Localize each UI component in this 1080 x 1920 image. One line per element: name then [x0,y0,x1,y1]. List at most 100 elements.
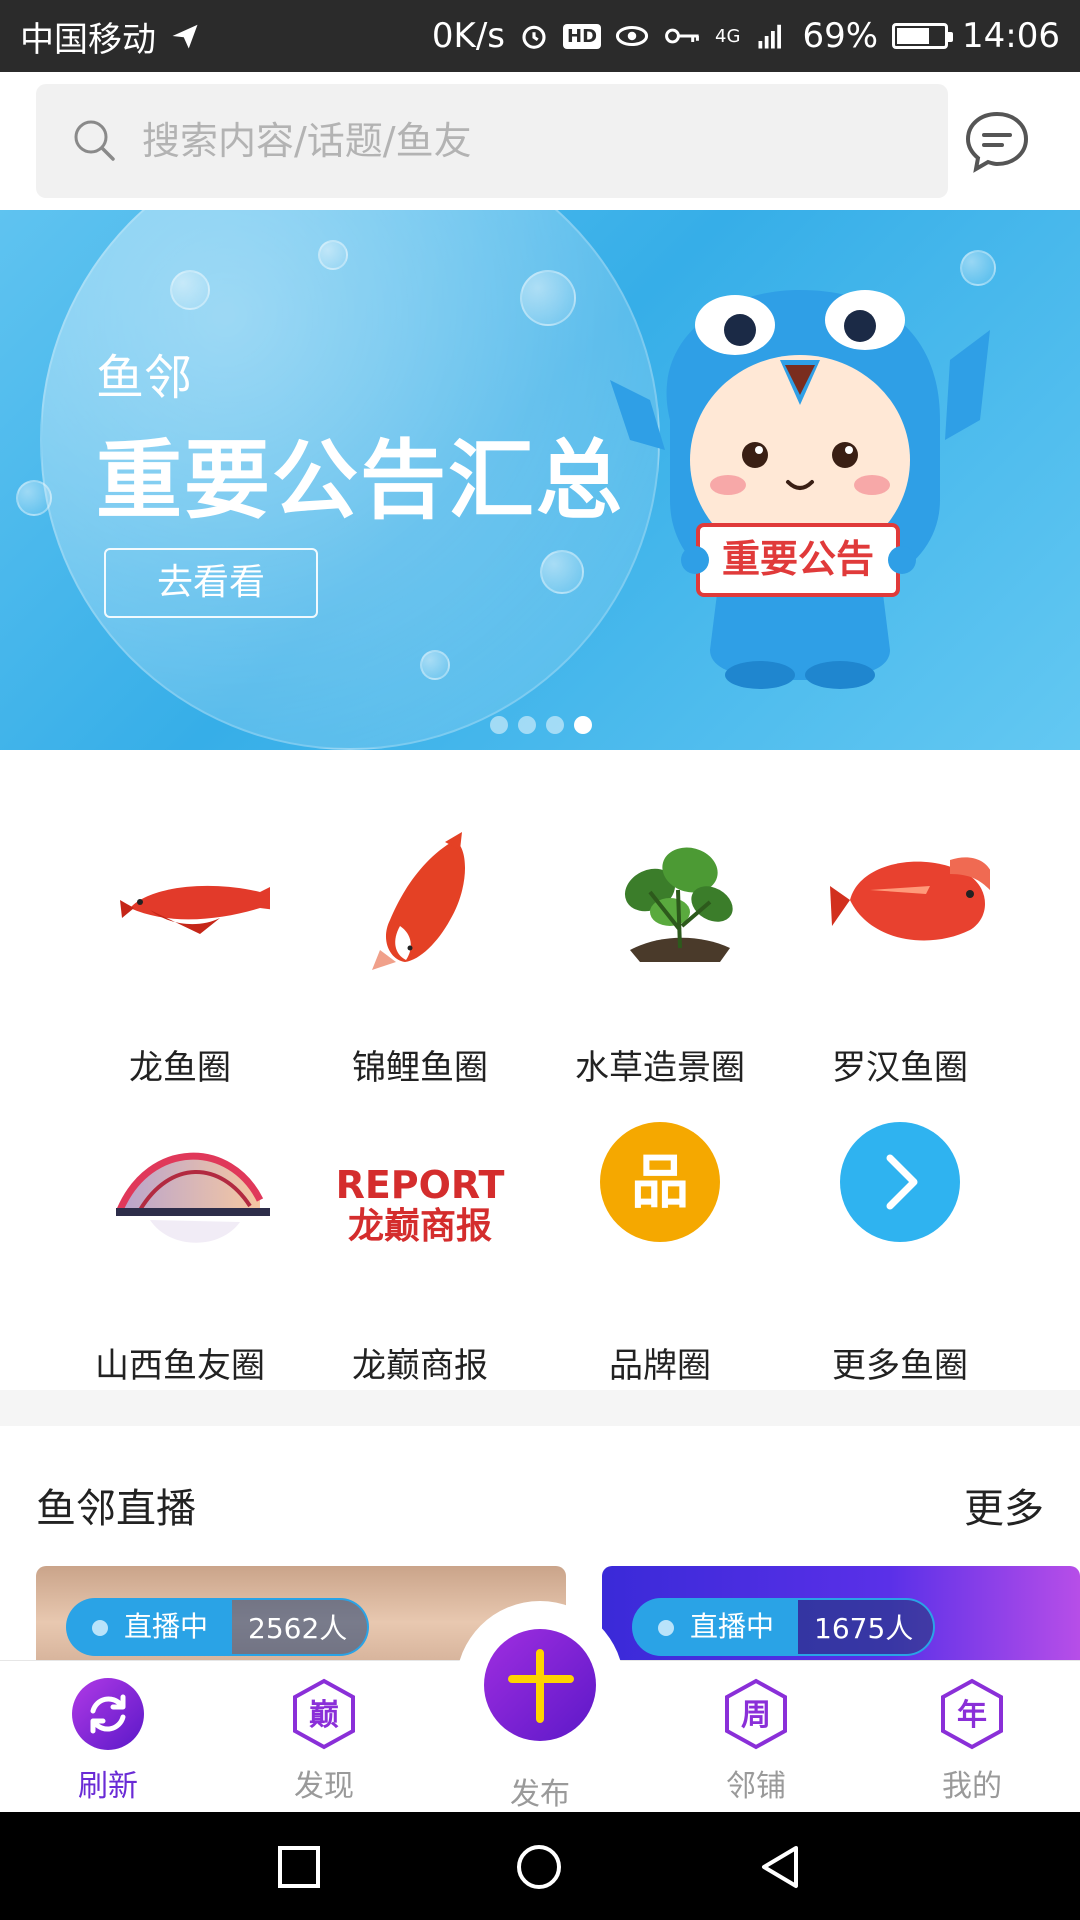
plus-icon [508,1649,574,1723]
eye-icon [615,25,649,47]
nav-item-shop[interactable]: 周 邻铺 [648,1661,864,1813]
nav-item-refresh[interactable]: 刷新 [0,1661,216,1813]
net-speed: 0K/s [431,16,506,56]
category-label: 品牌圈 [609,1346,711,1386]
category-label: 山西鱼友圈 [95,1346,265,1386]
send-icon [172,24,198,49]
category-item-flowerhorn[interactable]: 罗汉鱼圈 [780,790,1020,1088]
carousel-indicator[interactable] [490,716,592,734]
category-label: 水草造景圈 [575,1048,745,1088]
bubble-decoration [170,270,210,310]
system-nav-bar [0,1812,1080,1920]
battery-level [897,28,930,44]
mascot-sign-text: 重要公告 [722,537,874,581]
category-item-report[interactable]: REPORT 龙巅商报 龙巅商报 [300,1090,540,1386]
carousel-dot[interactable] [518,716,536,734]
battery-percent: 69% [802,16,879,56]
nav-label: 我的 [942,1769,1002,1804]
nav-item-profile[interactable]: 年 我的 [864,1661,1080,1813]
section-divider [0,1390,1080,1426]
report-logo-line2: 龙巅商报 [348,1206,492,1247]
live-more-link[interactable]: 更多 [964,1476,1044,1534]
category-label: 锦鲤鱼圈 [352,1048,488,1088]
recent-apps-icon[interactable] [276,1844,322,1890]
report-logo-line1: REPORT [336,1163,505,1207]
carousel-dot[interactable] [574,716,592,734]
alarm-icon [522,25,546,49]
live-section-title: 鱼邻直播 [36,1486,196,1532]
brand-icon: 品 [600,1122,720,1242]
live-viewer-count: 2562人 [232,1598,370,1656]
live-section-header: 鱼邻直播 更多 [0,1426,1080,1566]
fish-mascot-image: 重要公告 [610,290,990,689]
clock: 14:06 [962,16,1060,56]
nav-label: 发布 [510,1777,570,1812]
svg-text:年: 年 [957,1698,987,1733]
profile-icon: 年 [941,1678,1003,1750]
nav-item-discover[interactable]: 巅 发现 [216,1661,432,1813]
live-status-pill: 直播中 1675人 [632,1598,936,1656]
category-item-shanxi[interactable]: 山西鱼友圈 [60,1090,300,1386]
category-label: 龙巅商报 [352,1346,488,1386]
battery-icon [892,23,954,49]
bubble-decoration [540,550,584,594]
app-screen: 中国移动 0K/s HD 4G 69% 14:06 搜索内容/话题/鱼友 鱼邻 … [0,0,1080,1920]
arowana-fish-image [120,885,270,934]
nav-label: 刷新 [78,1769,138,1804]
category-item-more[interactable]: 更多鱼圈 [780,1090,1020,1386]
shop-icon: 周 [725,1678,787,1750]
key-icon [665,28,699,44]
search-icon [74,120,115,161]
svg-text:周: 周 [741,1698,771,1733]
bubble-decoration [16,480,52,516]
signal-icon [758,24,782,49]
carousel-dot[interactable] [490,716,508,734]
category-item-koi[interactable]: 锦鲤鱼圈 [300,790,540,1088]
network-type: 4G [715,25,741,47]
chevron-right-icon [840,1122,960,1242]
refresh-icon [72,1678,144,1750]
carousel-dot[interactable] [546,716,564,734]
report-logo: REPORT 龙巅商报 [336,1163,505,1247]
svg-text:巅: 巅 [309,1698,339,1733]
discover-icon: 巅 [293,1678,355,1750]
category-label: 罗汉鱼圈 [832,1048,968,1088]
flowerhorn-fish-image [830,857,990,941]
live-viewer-count: 1675人 [798,1598,936,1656]
category-item-arowana[interactable]: 龙鱼圈 [60,790,300,1088]
hd-icon: HD [563,23,602,49]
nav-label: 发现 [294,1769,354,1804]
status-right: 0K/s HD 4G 69% 14:06 [432,16,1060,56]
bubble-decoration [520,270,576,326]
nav-label: 邻铺 [726,1769,786,1804]
banner-view-button[interactable]: 去看看 [104,548,318,618]
category-label: 龙鱼圈 [129,1048,231,1088]
back-icon[interactable] [756,1844,802,1890]
status-left: 中国移动 [20,12,200,61]
status-bar: 中国移动 0K/s HD 4G 69% 14:06 [0,0,1080,72]
publish-button[interactable] [484,1629,596,1741]
live-status-pill: 直播中 2562人 [66,1598,370,1656]
promo-banner[interactable]: 鱼邻 重要公告汇总 去看看 重要公告 [0,210,1080,750]
category-item-aquascape[interactable]: 水草造景圈 [540,790,780,1088]
bottom-nav: 刷新 巅 发现 发布 周 邻铺 年 我的 [0,1601,1080,1813]
live-card[interactable]: 直播中 1675人 [602,1566,1080,1660]
search-header: 搜索内容/话题/鱼友 [0,72,1080,210]
bubble-decoration [420,650,450,680]
search-input[interactable]: 搜索内容/话题/鱼友 [36,84,948,198]
live-status: 直播中 [632,1598,799,1656]
message-icon[interactable] [962,106,1032,176]
bubble-decoration [318,240,348,270]
search-placeholder: 搜索内容/话题/鱼友 [142,119,472,163]
aquatic-plant-image [624,847,733,962]
bridge-image [116,1152,270,1243]
banner-title: 重要公告汇总 [96,431,624,531]
koi-fish-image [372,832,466,970]
banner-brand: 鱼邻 [96,350,193,406]
live-status: 直播中 [66,1598,233,1656]
category-label: 更多鱼圈 [832,1346,968,1386]
category-grid: 龙鱼圈 锦鲤鱼圈 水草造景圈 罗汉鱼圈 山西鱼友圈 REPORT 龙巅商报 龙巅… [0,750,1080,1390]
category-item-brand[interactable]: 品 品牌圈 [540,1090,780,1386]
carrier-label: 中国移动 [20,19,156,60]
home-icon[interactable] [516,1844,562,1890]
